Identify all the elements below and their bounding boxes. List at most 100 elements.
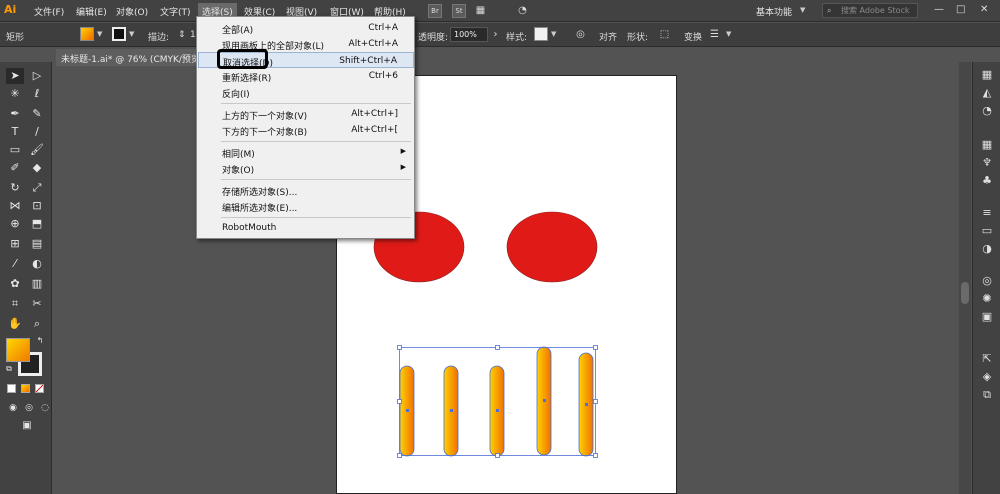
transform-label[interactable]: 变换: [684, 30, 702, 43]
chevron-down-icon[interactable]: ▼: [97, 30, 102, 38]
graphic-styles-icon[interactable]: ✺: [980, 292, 994, 306]
eyedropper-icon[interactable]: ⁄: [6, 256, 24, 272]
menu-item-label: 下方的下一个对象(B): [222, 128, 308, 138]
gpu-performance-icon[interactable]: ◔: [516, 4, 529, 17]
lasso-icon[interactable]: ℓ: [28, 86, 46, 102]
color-mode-icon[interactable]: [7, 384, 16, 393]
menu-item-save-selection[interactable]: 存储所选对象(S)...: [198, 182, 414, 198]
symbol-sprayer-icon[interactable]: ✿: [6, 276, 24, 292]
cc-libraries-icon[interactable]: ◔: [980, 104, 994, 118]
graphic-style-swatch[interactable]: [534, 27, 548, 41]
menu-item-inverse[interactable]: 反向(I): [198, 84, 414, 100]
type-tool-icon[interactable]: T: [6, 124, 24, 140]
hand-tool-icon[interactable]: ✋: [6, 316, 24, 332]
stroke-stepper[interactable]: ⇕: [178, 30, 186, 40]
chevron-down-icon[interactable]: ▼: [800, 6, 805, 14]
appearance-icon[interactable]: ◎: [980, 274, 994, 288]
curvature-tool-icon[interactable]: ✎: [28, 106, 46, 122]
shaper-tool-icon[interactable]: ✐: [6, 160, 24, 176]
stock-icon[interactable]: St: [452, 4, 466, 18]
opacity-input[interactable]: 100%: [450, 27, 488, 42]
none-mode-icon[interactable]: [35, 384, 44, 393]
menu-item-shortcut: Ctrl+A: [368, 23, 398, 33]
artboards-icon[interactable]: ⧉: [980, 388, 994, 402]
fill-swatch[interactable]: [80, 27, 94, 41]
close-icon[interactable]: ✕: [980, 4, 988, 15]
menu-item-reselect[interactable]: 重新选择(R) Ctrl+6: [198, 68, 414, 84]
layers-icon[interactable]: ▣: [980, 310, 994, 324]
stock-search-input[interactable]: ⌕ 搜索 Adobe Stock: [822, 3, 918, 18]
bridge-icon[interactable]: Br: [428, 4, 442, 18]
width-tool-icon[interactable]: ⋈: [6, 198, 24, 214]
menu-item-robotmouth[interactable]: RobotMouth: [198, 220, 414, 236]
stroke-value[interactable]: 1: [190, 30, 196, 40]
pen-tool-icon[interactable]: ✒: [6, 106, 24, 122]
menu-item-next-object-above[interactable]: 上方的下一个对象(V) Alt+Ctrl+]: [198, 106, 414, 122]
chevron-right-icon[interactable]: ›: [489, 28, 502, 41]
eraser-icon[interactable]: ◆: [28, 160, 46, 176]
recolor-icon[interactable]: ◎: [574, 28, 587, 41]
screen-mode-icon[interactable]: ▣: [18, 418, 36, 434]
workspace-switcher[interactable]: 基本功能: [756, 5, 792, 18]
menu-object[interactable]: 对象(O): [116, 5, 148, 18]
gradient-mode-icon[interactable]: [21, 384, 30, 393]
chevron-down-icon[interactable]: ▼: [726, 30, 731, 38]
document-tab[interactable]: 未标题-1.ai* @ 76% (CMYK/预览): [56, 49, 206, 66]
direct-selection-tool-icon[interactable]: ▷: [28, 68, 46, 84]
layers-stack-icon[interactable]: ◈: [980, 370, 994, 384]
menu-edit[interactable]: 编辑(E): [76, 5, 107, 18]
menu-type[interactable]: 文字(T): [160, 5, 191, 18]
rotate-tool-icon[interactable]: ↻: [6, 180, 24, 196]
shape-builder-icon[interactable]: ⊕: [6, 216, 24, 232]
gradient-tool-icon[interactable]: ▤: [28, 236, 46, 252]
shape-label[interactable]: 形状:: [627, 30, 648, 43]
live-paint-icon[interactable]: ⬒: [28, 216, 46, 232]
stroke-swatch[interactable]: [112, 27, 126, 41]
menu-item-label: 上方的下一个对象(V): [222, 112, 308, 122]
menu-item-same[interactable]: 相同(M) ▶: [198, 144, 414, 160]
rectangle-tool-icon[interactable]: ▭: [6, 142, 24, 158]
swatches-icon[interactable]: ▦: [980, 138, 994, 152]
maximize-icon[interactable]: □: [956, 4, 965, 15]
right-eye-ellipse[interactable]: [506, 211, 598, 283]
align-label[interactable]: 对齐: [599, 30, 617, 43]
gradient-panel-icon[interactable]: ▭: [980, 224, 994, 238]
scroll-thumb[interactable]: [961, 282, 969, 304]
menu-item-edit-selection[interactable]: 编辑所选对象(E)...: [198, 198, 414, 214]
chevron-down-icon[interactable]: ▼: [129, 30, 134, 38]
swap-colors-icon[interactable]: ↰: [34, 336, 46, 346]
draw-inside-icon[interactable]: ◌: [36, 400, 54, 416]
graph-tool-icon[interactable]: ▥: [28, 276, 46, 292]
scale-tool-icon[interactable]: ⤢: [28, 180, 46, 196]
artboard-tool-icon[interactable]: ⌗: [6, 296, 24, 312]
options-icon[interactable]: ☰: [708, 28, 721, 41]
selection-tool-icon[interactable]: ➤: [6, 68, 24, 84]
brushes-icon[interactable]: ♆: [980, 156, 994, 170]
color-panel-icon[interactable]: ▦: [980, 68, 994, 82]
chevron-down-icon[interactable]: ▼: [551, 30, 556, 38]
paintbrush-icon[interactable]: 🖌: [28, 142, 46, 158]
slice-tool-icon[interactable]: ✂: [28, 296, 46, 312]
shape-icon[interactable]: ⬚: [658, 28, 671, 41]
menu-item-object[interactable]: 对象(O) ▶: [198, 160, 414, 176]
arrange-documents-icon[interactable]: ▦: [474, 4, 487, 17]
menu-item-select-all[interactable]: 全部(A) Ctrl+A: [198, 20, 414, 36]
line-tool-icon[interactable]: /: [28, 124, 46, 140]
menu-file[interactable]: 文件(F): [34, 5, 64, 18]
menu-item-label: 存储所选对象(S)...: [222, 188, 298, 198]
mesh-tool-icon[interactable]: ⊞: [6, 236, 24, 252]
vertical-scrollbar[interactable]: [959, 62, 971, 494]
free-transform-icon[interactable]: ⊡: [28, 198, 46, 214]
minimize-icon[interactable]: —: [934, 4, 944, 15]
color-guide-icon[interactable]: ◭: [980, 86, 994, 100]
zoom-tool-icon[interactable]: ⌕: [28, 316, 46, 332]
default-colors-icon[interactable]: ⧉: [4, 364, 14, 374]
blend-tool-icon[interactable]: ◐: [28, 256, 46, 272]
stroke-panel-icon[interactable]: ≡: [980, 206, 994, 220]
magic-wand-icon[interactable]: ✳: [6, 86, 24, 102]
menu-item-next-object-below[interactable]: 下方的下一个对象(B) Alt+Ctrl+[: [198, 122, 414, 138]
symbols-icon[interactable]: ♣: [980, 174, 994, 188]
transparency-icon[interactable]: ◑: [980, 242, 994, 256]
fill-color-box[interactable]: [6, 338, 30, 362]
export-icon[interactable]: ⇱: [980, 352, 994, 366]
